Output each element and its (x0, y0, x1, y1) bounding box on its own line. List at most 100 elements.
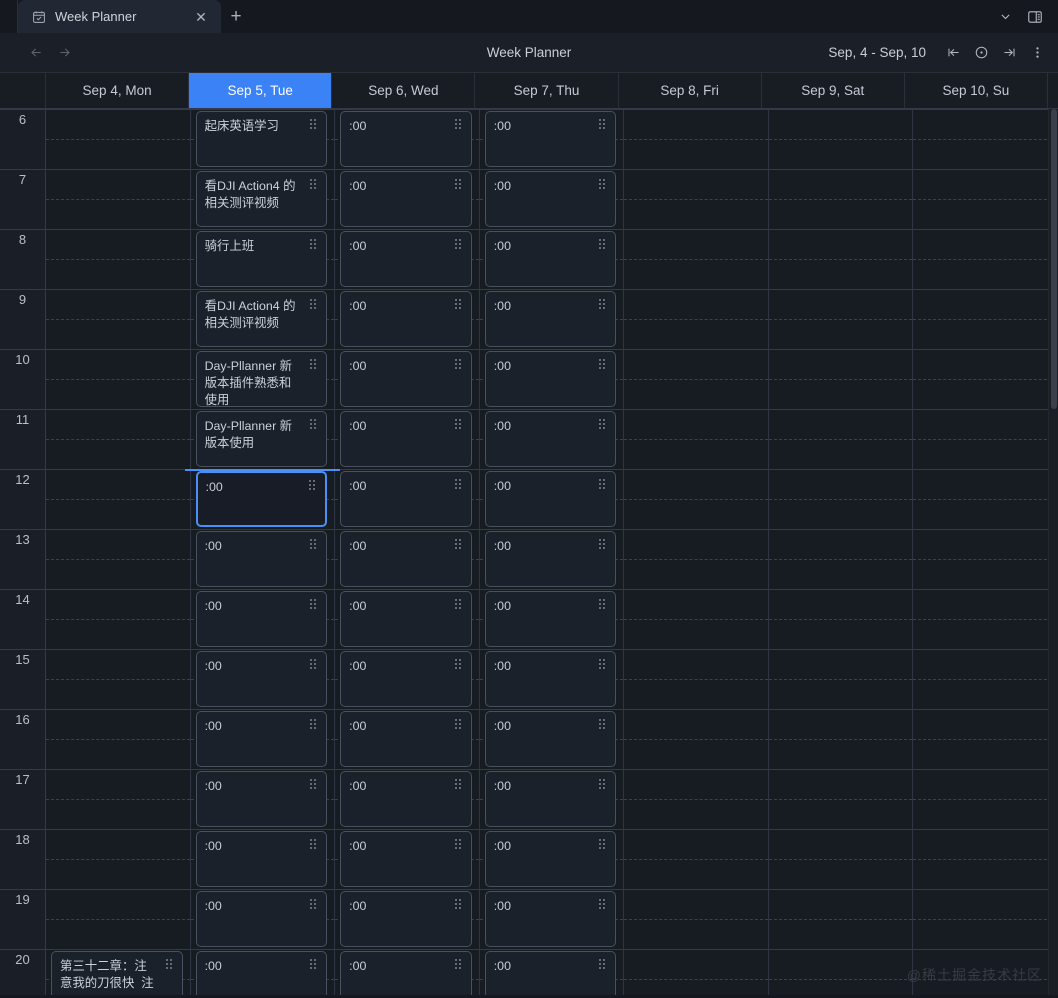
drag-handle-icon[interactable] (454, 539, 464, 551)
event-card[interactable]: :00 (340, 711, 472, 767)
back-button[interactable] (26, 43, 46, 63)
event-card[interactable]: :00 (484, 231, 617, 287)
next-week-button[interactable] (996, 40, 1022, 66)
vertical-scrollbar[interactable] (1048, 109, 1058, 995)
day-column-tue[interactable]: 起床英语学习 看DJI Action4 的相关测评视频 骑行上班 看DJI Actio… (184, 109, 341, 995)
drag-handle-icon[interactable] (454, 659, 464, 671)
event-card[interactable]: :00 (195, 771, 328, 827)
event-card[interactable]: :00 (340, 591, 472, 647)
day-header-0[interactable]: Sep 4, Mon (46, 73, 190, 108)
event-card[interactable]: :00 (484, 591, 617, 647)
event-card[interactable]: 看DJI Action4 的相关测评视频 (195, 171, 328, 227)
event-card[interactable]: 看DJI Action4 的相关测评视频 (195, 291, 328, 347)
event-card[interactable]: :00 (484, 411, 617, 467)
event-card[interactable]: :00 (484, 291, 617, 347)
event-card[interactable]: :00 (340, 651, 472, 707)
drag-handle-icon[interactable] (599, 659, 608, 671)
day-header-6[interactable]: Sep 10, Su (904, 73, 1048, 108)
drag-handle-icon[interactable] (310, 779, 319, 791)
event-card[interactable]: :00 (484, 951, 617, 995)
event-card[interactable]: :00 (340, 531, 472, 587)
event-card[interactable]: :00 (484, 711, 617, 767)
event-card[interactable]: :00 (340, 351, 472, 407)
drag-handle-icon[interactable] (454, 959, 464, 971)
drag-handle-icon[interactable] (310, 659, 319, 671)
event-card[interactable]: 第三十二章：注 意我的刀很快 注 (51, 951, 183, 995)
event-card[interactable]: :00 (195, 831, 328, 887)
drag-handle-icon[interactable] (454, 179, 464, 191)
event-card[interactable]: :00 (484, 651, 617, 707)
drag-handle-icon[interactable] (310, 899, 319, 911)
event-card[interactable]: :00 (195, 471, 328, 527)
drag-handle-icon[interactable] (454, 239, 464, 251)
drag-handle-icon[interactable] (599, 719, 608, 731)
drag-handle-icon[interactable] (454, 119, 464, 131)
drag-handle-icon[interactable] (599, 839, 608, 851)
event-card[interactable]: :00 (340, 171, 472, 227)
day-column-sun[interactable] (913, 109, 1058, 995)
event-card[interactable]: :00 (195, 651, 328, 707)
event-card[interactable]: :00 (484, 531, 617, 587)
event-card[interactable]: :00 (195, 711, 328, 767)
event-card[interactable]: :00 (340, 291, 472, 347)
event-card[interactable]: :00 (340, 891, 472, 947)
event-card[interactable]: :00 (340, 231, 472, 287)
drag-handle-icon[interactable] (310, 419, 319, 431)
event-card[interactable]: :00 (195, 891, 328, 947)
drag-handle-icon[interactable] (165, 959, 175, 971)
event-card[interactable]: :00 (195, 531, 328, 587)
event-card[interactable]: :00 (195, 591, 328, 647)
drag-handle-icon[interactable] (310, 539, 319, 551)
event-card[interactable]: 骑行上班 (195, 231, 328, 287)
drag-handle-icon[interactable] (599, 119, 608, 131)
drag-handle-icon[interactable] (599, 539, 608, 551)
drag-handle-icon[interactable] (310, 119, 319, 131)
drag-handle-icon[interactable] (454, 359, 464, 371)
event-card[interactable]: Day-Pllanner 新版本使用 (195, 411, 328, 467)
drag-handle-icon[interactable] (454, 779, 464, 791)
drag-handle-icon[interactable] (599, 419, 608, 431)
day-column-mon[interactable]: 第三十二章：注 意我的刀很快 注 (46, 109, 191, 995)
drag-handle-icon[interactable] (310, 959, 319, 971)
event-card[interactable]: :00 (484, 831, 617, 887)
day-column-fri[interactable] (624, 109, 769, 995)
scrollbar-thumb[interactable] (1051, 109, 1057, 409)
event-card[interactable]: :00 (484, 771, 617, 827)
today-button[interactable] (968, 40, 994, 66)
drag-handle-icon[interactable] (454, 479, 464, 491)
day-column-thu[interactable]: :00:00:00:00:00:00:00:00:00:00:00:00:00:… (479, 109, 625, 995)
drag-handle-icon[interactable] (310, 359, 319, 371)
event-card[interactable]: :00 (340, 471, 472, 527)
previous-week-button[interactable] (940, 40, 966, 66)
drag-handle-icon[interactable] (599, 239, 608, 251)
drag-handle-icon[interactable] (310, 239, 319, 251)
event-card[interactable]: :00 (484, 471, 617, 527)
drag-handle-icon[interactable] (310, 719, 319, 731)
event-card[interactable]: :00 (340, 771, 472, 827)
day-header-3[interactable]: Sep 7, Thu (475, 73, 619, 108)
tab-week-planner[interactable]: Week Planner ✕ (18, 0, 221, 33)
drag-handle-icon[interactable] (599, 179, 608, 191)
drag-handle-icon[interactable] (310, 839, 319, 851)
day-header-1[interactable]: Sep 5, Tue (189, 73, 333, 108)
event-card[interactable]: :00 (340, 831, 472, 887)
drag-handle-icon[interactable] (599, 959, 608, 971)
drag-handle-icon[interactable] (454, 419, 464, 431)
drag-handle-icon[interactable] (599, 599, 608, 611)
event-card[interactable]: :00 (484, 891, 617, 947)
drag-handle-icon[interactable] (310, 299, 319, 311)
drag-handle-icon[interactable] (310, 599, 319, 611)
drag-handle-icon[interactable] (454, 719, 464, 731)
event-card[interactable]: :00 (195, 951, 328, 995)
day-header-4[interactable]: Sep 8, Fri (618, 73, 762, 108)
drag-handle-icon[interactable] (599, 479, 608, 491)
drag-handle-icon[interactable] (454, 839, 464, 851)
drag-handle-icon[interactable] (454, 299, 464, 311)
drag-handle-icon[interactable] (599, 299, 608, 311)
drag-handle-icon[interactable] (599, 899, 608, 911)
event-card[interactable]: :00 (340, 111, 472, 167)
drag-handle-icon[interactable] (454, 599, 464, 611)
event-card[interactable]: :00 (484, 351, 617, 407)
close-icon[interactable]: ✕ (191, 7, 211, 27)
day-header-5[interactable]: Sep 9, Sat (761, 73, 905, 108)
